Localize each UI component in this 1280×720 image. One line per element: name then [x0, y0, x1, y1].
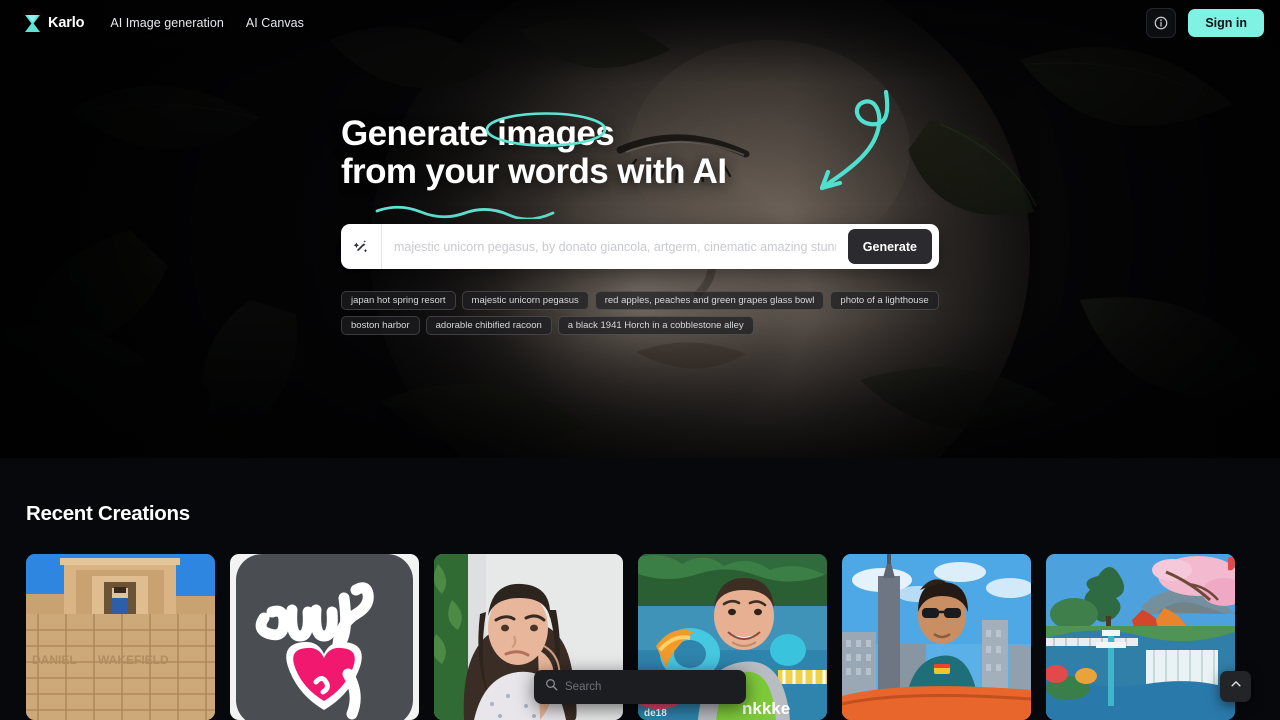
page-title: Recent Creations — [26, 502, 190, 525]
chip-japan-hot-spring-resort[interactable]: japan hot spring resort — [341, 291, 456, 310]
svg-text:nkkke: nkkke — [742, 699, 790, 718]
gallery-card-owij-heart-logo-sticker[interactable] — [230, 554, 419, 720]
brand-name: Karlo — [48, 15, 85, 31]
headline-prefix: Generate — [341, 114, 498, 153]
nav-link-ai-canvas[interactable]: AI Canvas — [246, 16, 304, 30]
floating-search-bar[interactable]: Search — [534, 670, 746, 704]
prompt-bar: Generate — [341, 224, 939, 269]
chip-black-1941-horch[interactable]: a black 1941 Horch in a cobblestone alle… — [557, 316, 754, 335]
sign-in-button[interactable]: Sign in — [1188, 9, 1264, 37]
karlo-landing-page: Karlo AI Image generation AI Canvas Sign… — [0, 0, 1280, 720]
brand-logo[interactable]: Karlo — [24, 14, 84, 33]
hourglass-logo-icon — [24, 14, 41, 33]
chip-boston-harbor[interactable]: boston harbor — [341, 316, 420, 335]
svg-text:WAKEFIELD: WAKEFIELD — [98, 653, 169, 667]
chevron-up-icon — [1229, 677, 1243, 696]
hero-headline: Generate images from your words with AI — [341, 112, 727, 221]
nav-link-ai-image-generation[interactable]: AI Image generation — [110, 16, 224, 30]
chip-photo-of-a-lighthouse[interactable]: photo of a lighthouse — [830, 291, 939, 310]
chip-majestic-unicorn-pegasus[interactable]: majestic unicorn pegasus — [461, 291, 589, 310]
primary-nav-links: AI Image generation AI Canvas — [110, 16, 304, 30]
search-input[interactable]: Search — [565, 681, 601, 693]
headline-circled-word: images — [497, 114, 615, 153]
magic-wand-icon[interactable] — [341, 224, 382, 269]
suggested-prompt-chips: japan hot spring resort majestic unicorn… — [341, 291, 961, 335]
gallery-card-japanese-garden-waterfall[interactable] — [1046, 554, 1235, 720]
generate-button[interactable]: Generate — [847, 229, 932, 264]
scroll-to-top-button[interactable] — [1220, 671, 1251, 702]
svg-text:de18: de18 — [644, 708, 667, 719]
headline-line-1: Generate images — [341, 112, 726, 153]
headline-line-2: from your words with AI — [341, 152, 727, 221]
headline-circled-word-wrap: images — [485, 112, 615, 153]
nav-right-actions: Sign in — [1146, 8, 1264, 38]
curly-arrow-doodle-icon — [800, 84, 912, 206]
headline-line-2-text: from your words with AI — [341, 152, 727, 192]
info-circle-icon[interactable] — [1146, 8, 1177, 38]
prompt-input[interactable] — [382, 225, 848, 268]
gallery-card-sandcastle-temple-figure[interactable]: DANIEL WAKEFIELD — [26, 554, 215, 720]
squiggle-underline-icon — [375, 189, 555, 221]
search-icon — [545, 678, 558, 696]
top-navigation-bar: Karlo AI Image generation AI Canvas Sign… — [0, 0, 1280, 46]
chip-red-apples-peaches-grapes[interactable]: red apples, peaches and green grapes gla… — [594, 291, 825, 310]
svg-text:DANIEL: DANIEL — [32, 653, 77, 667]
chip-adorable-chibified-racoon[interactable]: adorable chibified racoon — [425, 316, 552, 335]
gallery-card-man-rooftop-skyline[interactable] — [842, 554, 1031, 720]
